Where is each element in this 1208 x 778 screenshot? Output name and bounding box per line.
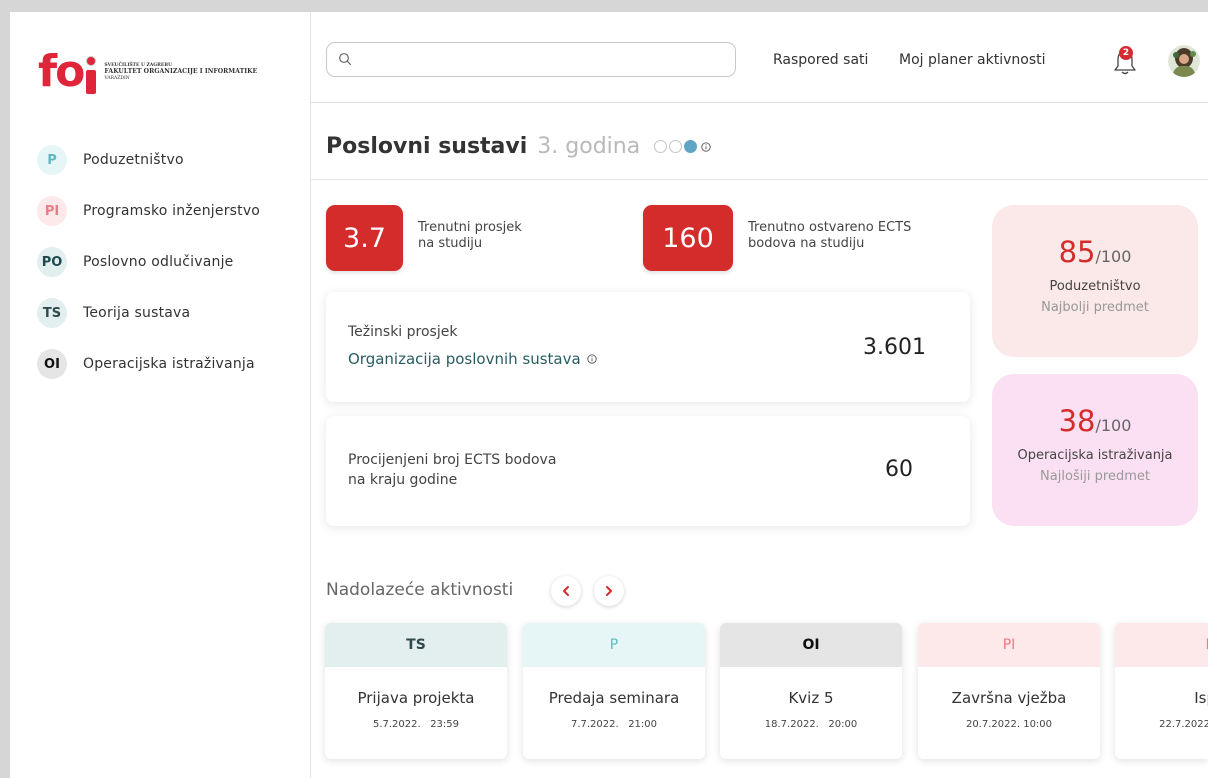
user-avatar[interactable] [1168,45,1200,77]
activity-card[interactable]: TS Prijava projekta 5.7.2022. 23:59 [325,623,507,759]
sidebar-item-label: Programsko inženjerstvo [83,203,261,219]
program-name[interactable]: Organizacija poslovnih sustava [348,350,597,368]
ects-estimate-label-2: na kraju godine [348,472,458,488]
activity-date: 20.7.2022. 10:00 [965,719,1053,730]
sidebar-item-label: Poslovno odlučivanje [83,254,234,270]
course-badge: OI [37,349,67,379]
activity-card-partial[interactable]: P Isp 22.7.2022 [1115,623,1208,759]
activities-title: Nadolazeće aktivnosti [326,580,514,600]
search-input[interactable] [361,47,721,72]
course-nav: P Poduzetništvo PI Programsko inženjerst… [37,145,260,400]
top-header: Raspored sati Moj planer aktivnosti 2 [311,12,1208,103]
search-icon [339,53,352,66]
activity-name: Prijava projekta [357,689,475,707]
ects-earned-value: 160 [643,205,733,271]
ects-estimate-value: 60 [885,457,913,482]
info-icon[interactable] [587,354,597,364]
course-badge: PO [37,247,67,277]
chevron-right-icon [606,586,612,596]
page-title: Poslovni sustavi [326,134,528,159]
activity-tag: OI [720,623,902,667]
raspored-sati-link[interactable]: Raspored sati [773,52,868,68]
weighted-average-value: 3.601 [863,335,926,360]
activity-date: 7.7.2022. 21:00 [570,719,658,730]
weighted-average-label: Težinski prosjek [348,324,458,340]
ects-estimate-label-1: Procijenjeni broj ECTS bodova [348,452,557,468]
info-icon[interactable] [701,141,711,152]
activity-date: 5.7.2022. 23:59 [372,719,460,730]
grade-note: Najbolji predmet [1041,300,1149,315]
program-name-text: Organizacija poslovnih sustava [348,350,581,368]
window-top-border [0,0,1208,12]
activity-tag: P [1115,623,1208,667]
grade-max: /100 [1095,416,1132,435]
foi-logo-mark: fo [38,50,97,94]
sidebar-item-label: Poduzetništvo [83,152,184,168]
activity-name: Isp [1194,689,1208,707]
year-dot-active[interactable] [684,140,698,153]
window-left-border [0,12,10,778]
year-dot[interactable] [669,140,683,153]
activities-prev-button[interactable] [551,576,581,606]
sidebar-item-programsko-inzenjerstvo[interactable]: PI Programsko inženjerstvo [37,196,260,226]
notification-badge: 2 [1119,46,1133,60]
grade-score: 85 [1058,235,1096,269]
sidebar-item-poslovno-odlucivanje[interactable]: PO Poslovno odlučivanje [37,247,260,277]
activity-tag: TS [325,623,507,667]
weighted-average-card: Težinski prosjek Organizacija poslovnih … [326,292,970,402]
grade-note: Najlošiji predmet [1040,469,1150,484]
sidebar-item-poduzetnistvo[interactable]: P Poduzetništvo [37,145,260,175]
activity-date: 18.7.2022. 20:00 [764,719,858,730]
sidebar-item-teorija-sustava[interactable]: TS Teorija sustava [37,298,260,328]
activity-date: 22.7.2022 [1159,719,1208,730]
ects-earned-label: Trenutno ostvareno ECTS bodova na studij… [748,220,912,251]
worst-subject-card[interactable]: 38/100 Operacijska istraživanja Najlošij… [992,374,1198,526]
activities-next-button[interactable] [594,576,624,606]
year-dot[interactable] [654,140,668,153]
course-badge: P [37,145,67,175]
current-average-label: Trenutni prosjek na studiju [418,220,522,251]
grade-max: /100 [1095,247,1132,266]
course-badge: TS [37,298,67,328]
course-badge: PI [37,196,67,226]
foi-logo-text: SVEUČILIŠTE U ZAGREBU FAKULTET ORGANIZAC… [104,62,258,81]
chevron-left-icon [563,586,569,596]
sidebar-item-label: Operacijska istraživanja [83,356,255,372]
divider [311,179,1208,180]
grade-score: 38 [1058,404,1096,438]
avatar-image [1168,45,1200,77]
year-label: 3. godina [537,134,641,159]
activity-name: Kviz 5 [788,689,834,707]
planer-aktivnosti-link[interactable]: Moj planer aktivnosti [899,52,1046,68]
activity-card[interactable]: P Predaja seminara 7.7.2022. 21:00 [523,623,705,759]
search-box[interactable] [326,42,736,77]
grade-subject: Operacijska istraživanja [1017,448,1173,463]
page-title-row: Poslovni sustavi 3. godina [326,134,711,159]
activity-tag: PI [918,623,1100,667]
activity-name: Završna vježba [951,689,1067,707]
sidebar-item-label: Teorija sustava [83,305,191,321]
foi-logo[interactable]: fo SVEUČILIŠTE U ZAGREBU FAKULTET ORGANI… [38,50,257,94]
activity-card[interactable]: PI Završna vježba 20.7.2022. 10:00 [918,623,1100,759]
sidebar: fo SVEUČILIŠTE U ZAGREBU FAKULTET ORGANI… [10,12,311,778]
activity-name: Predaja seminara [548,689,680,707]
activity-card[interactable]: OI Kviz 5 18.7.2022. 20:00 [720,623,902,759]
sidebar-item-operacijska-istrazivanja[interactable]: OI Operacijska istraživanja [37,349,260,379]
grade-subject: Poduzetništvo [1049,279,1141,294]
current-average-value: 3.7 [326,205,403,271]
ects-estimate-card: Procijenjeni broj ECTS bodova na kraju g… [326,416,970,526]
year-indicator [654,140,711,153]
best-subject-card[interactable]: 85/100 Poduzetništvo Najbolji predmet [992,205,1198,357]
activity-tag: P [523,623,705,667]
